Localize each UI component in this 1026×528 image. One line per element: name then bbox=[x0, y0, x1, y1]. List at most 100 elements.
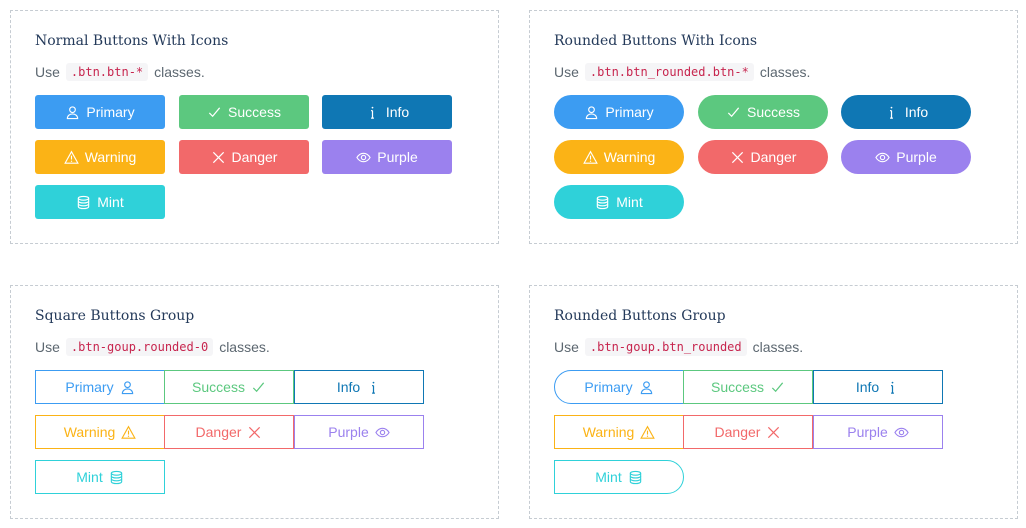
button-label: Warning bbox=[603, 149, 656, 165]
button-label: Primary bbox=[605, 104, 654, 120]
panel-title: Square Buttons Group bbox=[35, 308, 195, 324]
desc-suffix: classes. bbox=[154, 64, 205, 80]
info-icon bbox=[885, 380, 900, 395]
button-label: Info bbox=[385, 104, 410, 120]
button-label: Danger bbox=[750, 149, 797, 165]
button-label: Warning bbox=[582, 424, 635, 440]
danger-button[interactable]: Danger bbox=[179, 140, 309, 174]
info-group-button[interactable]: Info bbox=[294, 370, 424, 404]
panel-description: Use .btn-goup.btn_rounded classes. bbox=[554, 338, 803, 356]
button-label: Primary bbox=[584, 379, 633, 395]
purple-rounded-group-button[interactable]: Purple bbox=[813, 415, 943, 449]
database-icon bbox=[76, 195, 91, 210]
info-rounded-button[interactable]: Info bbox=[841, 95, 971, 129]
eye-icon bbox=[375, 425, 390, 440]
close-icon bbox=[211, 150, 226, 165]
check-icon bbox=[251, 380, 266, 395]
desc-suffix: classes. bbox=[219, 339, 270, 355]
close-icon bbox=[766, 425, 781, 440]
warning-triangle-icon bbox=[63, 150, 79, 165]
class-code: .btn-goup.rounded-0 bbox=[65, 338, 214, 356]
database-icon bbox=[628, 470, 643, 485]
button-label: Success bbox=[711, 379, 764, 395]
panel-title: Normal Buttons With Icons bbox=[35, 33, 229, 49]
warning-rounded-button[interactable]: Warning bbox=[554, 140, 684, 174]
button-label: Purple bbox=[896, 149, 937, 165]
warning-button[interactable]: Warning bbox=[35, 140, 165, 174]
class-code: .btn.btn-* bbox=[65, 63, 149, 81]
button-label: Primary bbox=[65, 379, 114, 395]
info-icon bbox=[884, 105, 899, 120]
info-button[interactable]: Info bbox=[322, 95, 452, 129]
success-rounded-group-button[interactable]: Success bbox=[683, 370, 813, 404]
check-icon bbox=[726, 105, 741, 120]
database-icon bbox=[595, 195, 610, 210]
button-label: Success bbox=[192, 379, 245, 395]
primary-rounded-button[interactable]: Primary bbox=[554, 95, 684, 129]
button-label: Primary bbox=[86, 104, 135, 120]
danger-rounded-button[interactable]: Danger bbox=[698, 140, 828, 174]
close-icon bbox=[730, 150, 745, 165]
mint-group-button[interactable]: Mint bbox=[35, 460, 165, 494]
success-button[interactable]: Success bbox=[179, 95, 309, 129]
mint-rounded-button[interactable]: Mint bbox=[554, 185, 684, 219]
desc-prefix: Use bbox=[554, 339, 579, 355]
user-icon bbox=[120, 380, 135, 395]
info-icon bbox=[366, 380, 381, 395]
purple-button[interactable]: Purple bbox=[322, 140, 452, 174]
button-label: Mint bbox=[76, 469, 103, 485]
user-icon bbox=[65, 105, 80, 120]
button-label: Info bbox=[336, 379, 361, 395]
eye-icon bbox=[875, 150, 890, 165]
panel-title: Rounded Buttons Group bbox=[554, 308, 726, 324]
desc-prefix: Use bbox=[35, 64, 60, 80]
purple-group-button[interactable]: Purple bbox=[294, 415, 424, 449]
check-icon bbox=[770, 380, 785, 395]
button-label: Info bbox=[855, 379, 880, 395]
database-icon bbox=[109, 470, 124, 485]
warning-triangle-icon bbox=[640, 425, 656, 440]
primary-group-button[interactable]: Primary bbox=[35, 370, 165, 404]
rounded-buttons-panel: Rounded Buttons With Icons Use .btn.btn_… bbox=[529, 10, 1018, 244]
button-label: Warning bbox=[63, 424, 116, 440]
button-label: Warning bbox=[84, 149, 137, 165]
mint-button[interactable]: Mint bbox=[35, 185, 165, 219]
class-code: .btn-goup.btn_rounded bbox=[584, 338, 747, 356]
normal-buttons-panel: Normal Buttons With Icons Use .btn.btn-*… bbox=[10, 10, 499, 244]
button-label: Danger bbox=[231, 149, 278, 165]
rounded-group-panel: Rounded Buttons Group Use .btn-goup.btn_… bbox=[529, 285, 1018, 519]
button-label: Info bbox=[904, 104, 929, 120]
panel-title: Rounded Buttons With Icons bbox=[554, 33, 758, 49]
danger-group-button[interactable]: Danger bbox=[164, 415, 294, 449]
warning-triangle-icon bbox=[582, 150, 598, 165]
warning-rounded-group-button[interactable]: Warning bbox=[554, 415, 684, 449]
danger-rounded-group-button[interactable]: Danger bbox=[683, 415, 813, 449]
class-code: .btn.btn_rounded.btn-* bbox=[584, 63, 754, 81]
primary-rounded-group-button[interactable]: Primary bbox=[554, 370, 684, 404]
primary-button[interactable]: Primary bbox=[35, 95, 165, 129]
success-group-button[interactable]: Success bbox=[164, 370, 294, 404]
button-label: Success bbox=[228, 104, 281, 120]
panel-description: Use .btn.btn_rounded.btn-* classes. bbox=[554, 63, 810, 81]
info-rounded-group-button[interactable]: Info bbox=[813, 370, 943, 404]
success-rounded-button[interactable]: Success bbox=[698, 95, 828, 129]
square-group-panel: Square Buttons Group Use .btn-goup.round… bbox=[10, 285, 499, 519]
warning-triangle-icon bbox=[121, 425, 137, 440]
purple-rounded-button[interactable]: Purple bbox=[841, 140, 971, 174]
button-label: Mint bbox=[595, 469, 622, 485]
mint-rounded-group-button[interactable]: Mint bbox=[554, 460, 684, 494]
button-label: Purple bbox=[847, 424, 888, 440]
button-label: Mint bbox=[97, 194, 124, 210]
user-icon bbox=[639, 380, 654, 395]
panel-description: Use .btn-goup.rounded-0 classes. bbox=[35, 338, 270, 356]
user-icon bbox=[584, 105, 599, 120]
button-label: Purple bbox=[328, 424, 369, 440]
button-label: Mint bbox=[616, 194, 643, 210]
check-icon bbox=[207, 105, 222, 120]
panel-description: Use .btn.btn-* classes. bbox=[35, 63, 205, 81]
button-label: Success bbox=[747, 104, 800, 120]
eye-icon bbox=[894, 425, 909, 440]
button-label: Danger bbox=[714, 424, 761, 440]
warning-group-button[interactable]: Warning bbox=[35, 415, 165, 449]
desc-prefix: Use bbox=[554, 64, 579, 80]
